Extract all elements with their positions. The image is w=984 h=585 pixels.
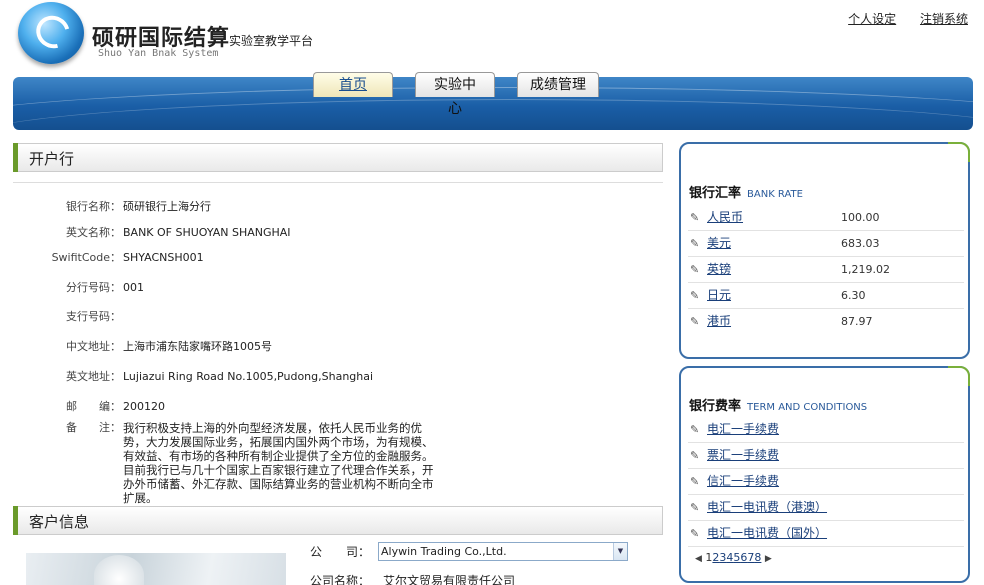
pushpin-icon: ✎ [690,449,700,462]
rate-currency-link[interactable]: 人民币 [707,205,743,230]
list-item: ✎ 信汇一手续费 [688,469,964,495]
rate-currency-link[interactable]: 英镑 [707,257,731,282]
tab-grade-management[interactable]: 成绩管理 [517,72,599,97]
pushpin-icon: ✎ [690,237,700,250]
pushpin-icon: ✎ [690,315,700,328]
swift-code-row: SwifitCode SHYACNSH001 [40,251,450,265]
list-item: ✎ 人民币 100.00 [688,205,964,231]
tab-home[interactable]: 首页 [313,72,393,97]
english-address-row: 英文地址 Lujiazui Ring Road No.1005,Pudong,S… [40,370,450,384]
list-item: ✎ 票汇一手续费 [688,443,964,469]
pushpin-icon: ✎ [690,475,700,488]
rate-value: 683.03 [841,237,880,250]
bank-name-value: 硕研银行上海分行 [123,200,211,213]
pushpin-icon: ✎ [690,527,700,540]
fee-link[interactable]: 票汇一手续费 [707,443,779,468]
fee-list: ✎ 电汇一手续费 ✎ 票汇一手续费 ✎ 信汇一手续费 ✎ 电汇一电讯费（港澳） ✎ 电汇一… [688,417,964,547]
company-select-value: Alywin Trading Co.,Ltd. [381,545,507,558]
list-item: ✎ 英镑 1,219.02 [688,257,964,283]
remarks-row: 备 注 我行积极支持上海的外向型经济发展，依托人民币业务的优势，大力发展国际业务… [40,421,450,505]
term-conditions-panel: 银行费率 TERM AND CONDITIONS ✎ 电汇一手续费 ✎ 票汇一手续费 … [679,366,970,583]
logo-emblem-icon [18,2,84,64]
bank-rate-list: ✎ 人民币 100.00 ✎ 美元 683.03 ✎ 英镑 1,219.02 ✎ 日元 6.30… [688,205,964,335]
bank-name-row: 银行名称 硕研银行上海分行 [40,200,450,214]
page-8[interactable]: 8 [754,551,761,564]
pushpin-icon: ✎ [690,289,700,302]
rate-value: 87.97 [841,315,873,328]
brand-subtitle: 实验室教学平台 [229,34,314,48]
branch-number-row: 分行号码 001 [40,281,450,295]
chevron-down-icon[interactable]: ▼ [613,543,627,560]
main-nav: 首页 实验中心 成绩管理 [313,72,599,117]
english-name-value: BANK OF SHUOYAN SHANGHAI [123,226,291,239]
postcode-value: 200120 [123,400,165,413]
fee-link[interactable]: 电汇一电讯费（港澳） [707,495,827,520]
postcode-row: 邮 编 200120 [40,400,450,414]
remarks-value: 我行积极支持上海的外向型经济发展，依托人民币业务的优势，大力发展国际业务，拓展国… [123,421,434,505]
top-links: 个人设定 注销系统 [828,10,968,27]
bank-section-title: 开户行 [29,150,75,168]
logout-link[interactable]: 注销系统 [920,12,968,26]
fee-link[interactable]: 信汇一手续费 [707,469,779,494]
pager: ◀ 12345678 ▶ [695,551,772,564]
logo: 硕研国际结算 实验室教学平台 Shuo Yan Bnak System [14,0,314,72]
branch-number-value: 001 [123,281,144,294]
brand-en: Shuo Yan Bnak System [98,48,219,59]
swift-code-value: SHYACNSH001 [123,251,204,264]
fee-link[interactable]: 电汇一电讯费（国外） [707,521,827,546]
rate-value: 6.30 [841,289,866,302]
company-name-value: 艾尔文贸易有限责任公司 [383,574,516,585]
company-label: 公 司： [310,545,371,559]
customer-section-header: 客户信息 [13,506,663,535]
rate-currency-link[interactable]: 日元 [707,283,731,308]
next-page-icon[interactable]: ▶ [765,554,772,564]
pushpin-icon: ✎ [690,263,700,276]
sub-branch-number-row: 支行号码 [40,310,450,324]
bank-rate-title: 银行汇率 BANK RATE [689,186,803,201]
list-item: ✎ 电汇一电讯费（国外） [688,521,964,547]
chinese-address-value: 上海市浦东陆家嘴环路1005号 [123,340,272,353]
company-select[interactable]: Alywin Trading Co.,Ltd. ▼ [378,542,628,561]
prev-page-icon[interactable]: ◀ [695,554,702,564]
fee-link[interactable]: 电汇一手续费 [707,417,779,442]
rate-currency-link[interactable]: 美元 [707,231,731,256]
pushpin-icon: ✎ [690,211,700,224]
pushpin-icon: ✎ [690,423,700,436]
chinese-address-row: 中文地址 上海市浦东陆家嘴环路1005号 [40,340,450,354]
list-item: ✎ 日元 6.30 [688,283,964,309]
rate-value: 1,219.02 [841,263,890,276]
bank-rate-panel: 银行汇率 BANK RATE ✎ 人民币 100.00 ✎ 美元 683.03 ✎ 英镑 1,… [679,142,970,359]
customer-image [26,553,286,585]
company-name-label: 公司名称： [310,574,371,585]
bank-section-header: 开户行 [13,143,663,172]
term-conditions-title: 银行费率 TERM AND CONDITIONS [689,399,868,414]
list-item: ✎ 美元 683.03 [688,231,964,257]
english-name-row: 英文名称 BANK OF SHUOYAN SHANGHAI [40,226,450,240]
list-item: ✎ 电汇一手续费 [688,417,964,443]
pushpin-icon: ✎ [690,501,700,514]
rate-value: 100.00 [841,211,880,224]
profile-link[interactable]: 个人设定 [848,12,896,26]
english-address-value: Lujiazui Ring Road No.1005,Pudong,Shangh… [123,370,374,383]
rate-currency-link[interactable]: 港币 [707,309,731,334]
list-item: ✎ 港币 87.97 [688,309,964,335]
customer-section-title: 客户信息 [29,513,90,531]
tab-lab-center[interactable]: 实验中心 [415,72,495,117]
list-item: ✎ 电汇一电讯费（港澳） [688,495,964,521]
